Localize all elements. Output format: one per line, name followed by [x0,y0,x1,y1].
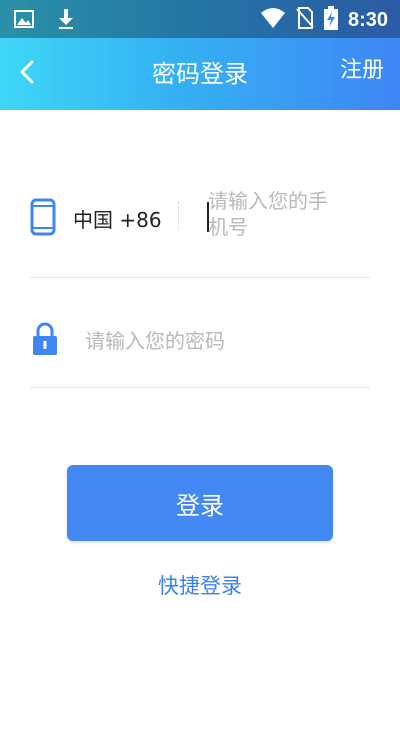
status-bar-right: 8:30 [260,6,388,34]
password-field-row [30,300,370,388]
status-bar: 8:30 [0,0,400,38]
register-button[interactable]: 注册 [340,52,384,84]
header: 8:30 密码登录 注册 [0,0,400,110]
download-icon [58,8,74,34]
field-divider [178,202,179,230]
wifi-icon [260,7,286,33]
status-bar-left [14,8,74,34]
quick-login-link[interactable]: 快捷登录 [0,570,400,600]
title-bar: 密码登录 注册 [0,38,400,110]
clock-time: 8:30 [347,8,388,31]
battery-charging-icon [323,6,338,34]
login-button[interactable]: 登录 [67,465,333,541]
country-code-selector[interactable]: 中国 +86 [73,204,162,233]
phone-field-row: 中国 +86 [30,180,370,278]
phone-icon [30,198,56,236]
image-icon [14,10,34,32]
phone-input[interactable] [208,188,340,248]
no-sim-icon [296,7,314,33]
password-input[interactable] [85,326,355,356]
lock-icon [32,322,58,356]
